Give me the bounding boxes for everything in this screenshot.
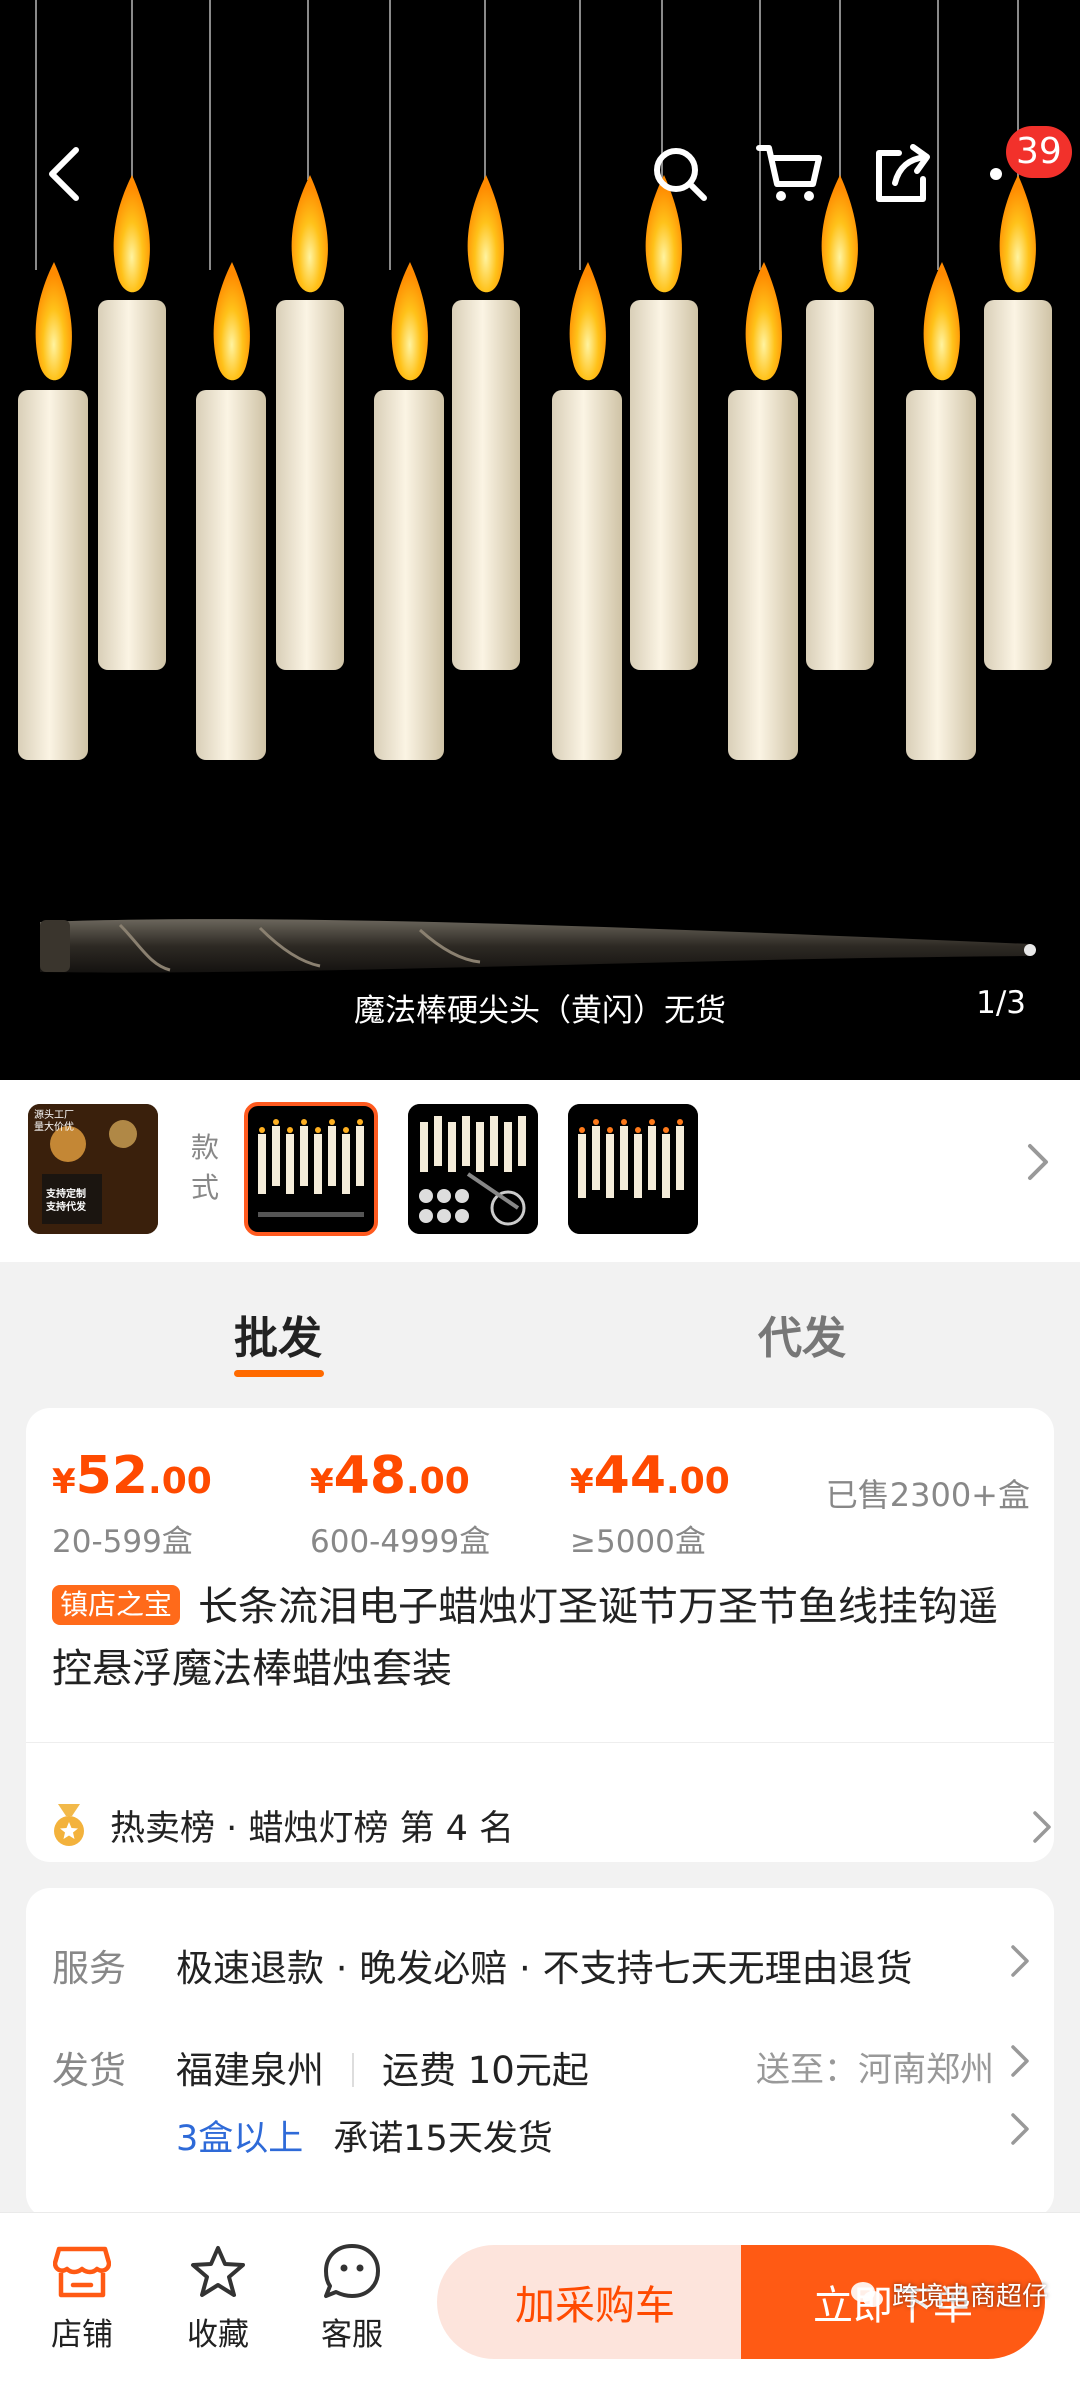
- image-caption: 魔法棒硬尖头（黄闪）无货: [354, 993, 726, 1029]
- store-button[interactable]: 店铺: [32, 2241, 132, 2354]
- shipping-info: 福建泉州 运费 10元起: [176, 2040, 589, 2094]
- product-info-card: ¥52.00 20-599盒 ¥48.00 600-4999盒 ¥44.00 ≥…: [26, 1408, 1054, 1862]
- price-tier-2-qty: 600-4999盒: [310, 1524, 491, 1560]
- price-tier-3-qty: ≥5000盒: [570, 1524, 706, 1560]
- price-tier-1: ¥52.00 20-599盒: [52, 1446, 212, 1561]
- cart-button[interactable]: [750, 134, 830, 214]
- service-card: 服务 极速退款 · 晚发必赔 · 不支持七天无理由退货 发货 福建泉州 运费 10…: [26, 1888, 1054, 2218]
- thumb1-text-1: 源头工厂: [34, 1110, 74, 1121]
- freight-fee: 运费 10元起: [382, 2049, 589, 2092]
- cart-icon: [756, 145, 822, 201]
- ship-origin: 福建泉州: [176, 2049, 324, 2092]
- shipping-label: 发货: [52, 2049, 126, 2092]
- watermark: 跨境电商超仔: [850, 2276, 1048, 2313]
- sold-count: 已售2300+盒: [825, 1476, 1030, 1514]
- variant-thumb-3[interactable]: [408, 1104, 538, 1234]
- divider: [26, 1742, 1054, 1743]
- product-title: 镇店之宝 长条流泪电子蜡烛灯圣诞节万圣节鱼线挂钩遥控悬浮魔法棒蜡烛套装: [52, 1576, 1032, 1700]
- chevron-right-icon: [1028, 1144, 1048, 1180]
- customer-service-button[interactable]: 客服: [302, 2241, 402, 2354]
- variant-selector: 源头工厂 量大价优 支持定制 支持代发 款 式: [0, 1080, 1080, 1262]
- tab-dropship[interactable]: 代发: [758, 1302, 846, 1366]
- price-tier-2-price: ¥48.00: [310, 1446, 470, 1506]
- variant-thumb-4[interactable]: [568, 1104, 698, 1234]
- watermark-text: 跨境电商超仔: [892, 2282, 1049, 2312]
- thumb1-text-3: 支持定制: [46, 1189, 86, 1200]
- more-dots-icon: [990, 168, 1002, 180]
- promise-qty: 3盒以上: [176, 2119, 304, 2159]
- favorite-button[interactable]: 收藏: [168, 2241, 268, 2354]
- chevron-right-icon: [1033, 1811, 1051, 1843]
- price-tier-3: ¥44.00 ≥5000盒: [570, 1446, 730, 1561]
- variant-label-1: 款: [190, 1131, 219, 1164]
- more-variants-button[interactable]: [1026, 1142, 1050, 1186]
- variant-label-2: 式: [190, 1171, 219, 1204]
- chevron-right-icon[interactable]: [1010, 2044, 1030, 2078]
- variant-thumb-2-image: [246, 1104, 376, 1234]
- product-image-gallery[interactable]: 39 魔法棒硬尖头（黄闪）无货 1/3: [0, 0, 1080, 1080]
- store-label: 店铺: [51, 2317, 113, 2353]
- favorite-label: 收藏: [187, 2317, 249, 2353]
- price-tier-3-price: ¥44.00: [570, 1446, 730, 1506]
- price-tier-1-qty: 20-599盒: [52, 1524, 193, 1560]
- chevron-right-icon[interactable]: [1010, 1944, 1030, 1978]
- variant-thumb-3-image: [408, 1104, 538, 1234]
- cart-count-badge: 39: [1006, 126, 1072, 178]
- deliver-to[interactable]: 送至：河南郑州: [756, 2042, 994, 2091]
- active-tab-indicator: [234, 1370, 324, 1377]
- chevron-left-icon: [49, 147, 79, 201]
- variant-thumb-1[interactable]: 源头工厂 量大价优 支持定制 支持代发: [28, 1104, 158, 1234]
- tab-wholesale[interactable]: 批发: [234, 1302, 322, 1366]
- medal-icon: [54, 1803, 84, 1846]
- share-button[interactable]: [862, 134, 942, 214]
- price-tier-1-price: ¥52.00: [52, 1446, 212, 1506]
- price-tier-2: ¥48.00 600-4999盒: [310, 1446, 490, 1561]
- store-icon: [53, 2246, 111, 2298]
- image-counter: 1/3: [976, 985, 1026, 1021]
- promise-text: 承诺15天发货: [333, 2119, 553, 2159]
- purchase-mode-tabs: 批发 代发: [0, 1262, 1080, 1410]
- search-button[interactable]: [640, 134, 720, 214]
- chevron-right-icon[interactable]: [1010, 2112, 1030, 2146]
- wechat-icon: [851, 2281, 883, 2307]
- rank-text: 热卖榜 · 蜡烛灯榜 第 4 名: [110, 1809, 515, 1849]
- product-page: 39 魔法棒硬尖头（黄闪）无货 1/3 源头工厂 量大价优 支持定制 支持代发 …: [0, 0, 1080, 2387]
- back-button[interactable]: [24, 134, 104, 214]
- add-to-purchase-cart-button[interactable]: 加采购车: [437, 2245, 753, 2359]
- customer-service-label: 客服: [321, 2317, 383, 2353]
- ship-promise: 3盒以上 承诺15天发货: [176, 2110, 553, 2161]
- service-label: 服务: [52, 1947, 126, 1990]
- chat-face-icon: [324, 2244, 380, 2298]
- service-terms[interactable]: 极速退款 · 晚发必赔 · 不支持七天无理由退货: [176, 1938, 913, 1992]
- thumb1-text-2: 量大价优: [34, 1122, 74, 1133]
- separator: [352, 2053, 354, 2087]
- shop-treasure-tag: 镇店之宝: [52, 1585, 181, 1625]
- thumb1-text-4: 支持代发: [46, 1202, 86, 1213]
- star-icon: [191, 2246, 245, 2297]
- variant-thumb-2[interactable]: [244, 1102, 378, 1236]
- search-icon: [654, 148, 707, 201]
- product-title-text: 长条流泪电子蜡烛灯圣诞节万圣节鱼线挂钩遥控悬浮魔法棒蜡烛套装: [52, 1584, 999, 1692]
- variant-label: 款 式: [188, 1128, 222, 1208]
- variant-thumb-4-image: [568, 1104, 698, 1234]
- share-icon: [876, 144, 930, 202]
- bestseller-rank[interactable]: 热卖榜 · 蜡烛灯榜 第 4 名: [52, 1800, 1052, 1851]
